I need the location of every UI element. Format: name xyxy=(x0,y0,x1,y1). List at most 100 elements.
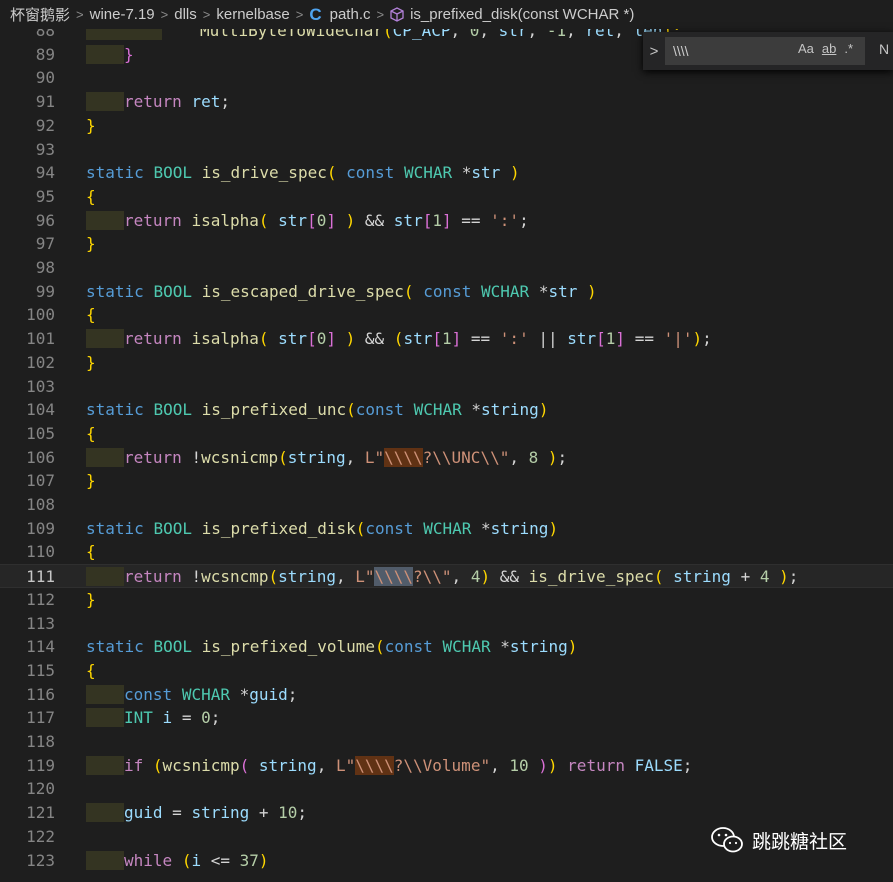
line-number: 108 xyxy=(26,495,55,514)
code-line[interactable]: 120 xyxy=(0,777,893,801)
chevron-right-icon[interactable]: > xyxy=(643,43,665,60)
code-token: if xyxy=(124,755,144,775)
code-line[interactable]: 98 xyxy=(0,256,893,280)
breadcrumb-symbol[interactable]: is_prefixed_disk(const WCHAR *) xyxy=(410,6,634,23)
code-line[interactable]: 117 INT i = 0; xyxy=(0,706,893,730)
code-line[interactable]: 108 xyxy=(0,493,893,517)
code-token: , xyxy=(490,755,510,775)
code-token: ; xyxy=(682,755,693,775)
line-number: 121 xyxy=(26,803,55,823)
indent-guide xyxy=(86,708,124,728)
code-token: && xyxy=(355,210,394,230)
code-token: ; xyxy=(287,684,298,704)
code-line[interactable]: 94 static BOOL is_drive_spec( const WCHAR… xyxy=(0,161,893,185)
code-token: [ xyxy=(422,210,433,230)
code-token: [ xyxy=(307,329,317,349)
code-token: ( xyxy=(258,329,269,349)
match-case-toggle[interactable]: Aa xyxy=(798,41,814,56)
code-token: [ xyxy=(432,329,442,349)
code-line[interactable]: 104 static BOOL is_prefixed_unc(const WCH… xyxy=(0,398,893,422)
code-line[interactable]: 99 static BOOL is_escaped_drive_spec( con… xyxy=(0,280,893,304)
code-line[interactable]: 121 guid = string + 10; xyxy=(0,801,893,825)
breadcrumb-dlls[interactable]: dlls xyxy=(174,6,197,23)
regex-toggle[interactable]: .* xyxy=(844,41,853,56)
code-line[interactable]: 102} xyxy=(0,351,893,375)
code-token: } xyxy=(86,352,96,372)
code-line[interactable]: 96 return isalpha( str[0] ) && str[1] == … xyxy=(0,209,893,233)
code-token: ( xyxy=(383,29,393,40)
code-line[interactable]: 116 const WCHAR *guid; xyxy=(0,683,893,707)
code-token: WCHAR xyxy=(423,518,472,538)
code-line[interactable]: 105 { xyxy=(0,422,893,446)
code-text: } xyxy=(86,114,96,138)
code-line[interactable]: 114 static BOOL is_prefixed_volume(const … xyxy=(0,635,893,659)
code-token: ':' xyxy=(490,210,520,230)
code-token: 0 xyxy=(201,708,211,728)
code-line[interactable]: 106 return !wcsnicmp(string, L"\\\\?\\UNC… xyxy=(0,446,893,470)
code-line[interactable]: 97} xyxy=(0,232,893,256)
code-line[interactable]: 109 static BOOL is_prefixed_disk(const WC… xyxy=(0,517,893,541)
code-token: const xyxy=(355,400,404,420)
code-text: static BOOL is_prefixed_disk(const WCHAR… xyxy=(86,517,558,541)
code-token: ! xyxy=(191,567,202,587)
code-line[interactable]: 95 { xyxy=(0,185,893,209)
line-number: 90 xyxy=(35,68,55,88)
code-line[interactable]: 110 { xyxy=(0,540,893,564)
code-token: ':' xyxy=(499,329,529,349)
code-line[interactable]: 101 return isalpha( str[0] ) && (str[1] =… xyxy=(0,327,893,351)
code-token: ?\\Volume" xyxy=(393,755,491,775)
code-token: ] xyxy=(326,210,336,230)
code-token: 0 xyxy=(469,29,480,40)
code-token: static xyxy=(86,400,144,420)
chevron-right-icon: > xyxy=(295,7,304,22)
code-text: static BOOL is_escaped_drive_spec( const… xyxy=(86,280,597,304)
code-line[interactable]: 118 xyxy=(0,730,893,754)
code-token: 0 xyxy=(316,329,327,349)
code-token: ; xyxy=(297,803,308,823)
line-number: 96 xyxy=(35,210,55,230)
indent-guide xyxy=(86,92,124,112)
code-text: } xyxy=(86,232,96,256)
code-token: ; xyxy=(220,92,230,112)
code-line[interactable]: 92} xyxy=(0,114,893,138)
breadcrumb-kernelbase[interactable]: kernelbase xyxy=(216,6,289,23)
code-line[interactable]: 119 if (wcsnicmp( string, L"\\\\?\\Volume… xyxy=(0,754,893,778)
symbol-method-icon xyxy=(390,7,404,22)
code-line[interactable]: 93 xyxy=(0,138,893,162)
code-text: } xyxy=(124,43,134,67)
code-token: ) xyxy=(547,447,558,467)
code-token: \\\\ xyxy=(384,447,423,467)
whole-word-toggle[interactable]: ab xyxy=(822,41,836,56)
code-token: ( xyxy=(181,850,192,870)
code-token: * xyxy=(461,163,472,183)
code-line[interactable]: 91 return ret; xyxy=(0,90,893,114)
code-line[interactable]: 115 { xyxy=(0,659,893,683)
breadcrumb-root[interactable]: 杯窗鹅影 xyxy=(10,4,70,25)
code-token: static xyxy=(86,281,144,301)
code-token: const xyxy=(365,518,414,538)
breadcrumb-file[interactable]: path.c xyxy=(330,6,371,23)
code-token: 1 xyxy=(432,210,442,230)
code-line[interactable]: 107} xyxy=(0,469,893,493)
code-line[interactable]: 103 xyxy=(0,375,893,399)
breadcrumb-wine[interactable]: wine-7.19 xyxy=(90,6,155,23)
code-line[interactable]: 113 xyxy=(0,612,893,636)
code-token: { xyxy=(86,660,96,680)
code-token: * xyxy=(538,281,549,301)
code-line[interactable]: 112} xyxy=(0,588,893,612)
code-token: ; xyxy=(519,210,529,230)
code-editor[interactable]: 88 MultiByteToWideChar(CP_ACP, 0, str, -1… xyxy=(0,29,893,882)
code-line[interactable]: 100 { xyxy=(0,303,893,327)
code-line[interactable]: 111 return !wcsncmp(string, L"\\\\?\\", 4… xyxy=(0,564,893,588)
code-token: ( xyxy=(355,518,366,538)
